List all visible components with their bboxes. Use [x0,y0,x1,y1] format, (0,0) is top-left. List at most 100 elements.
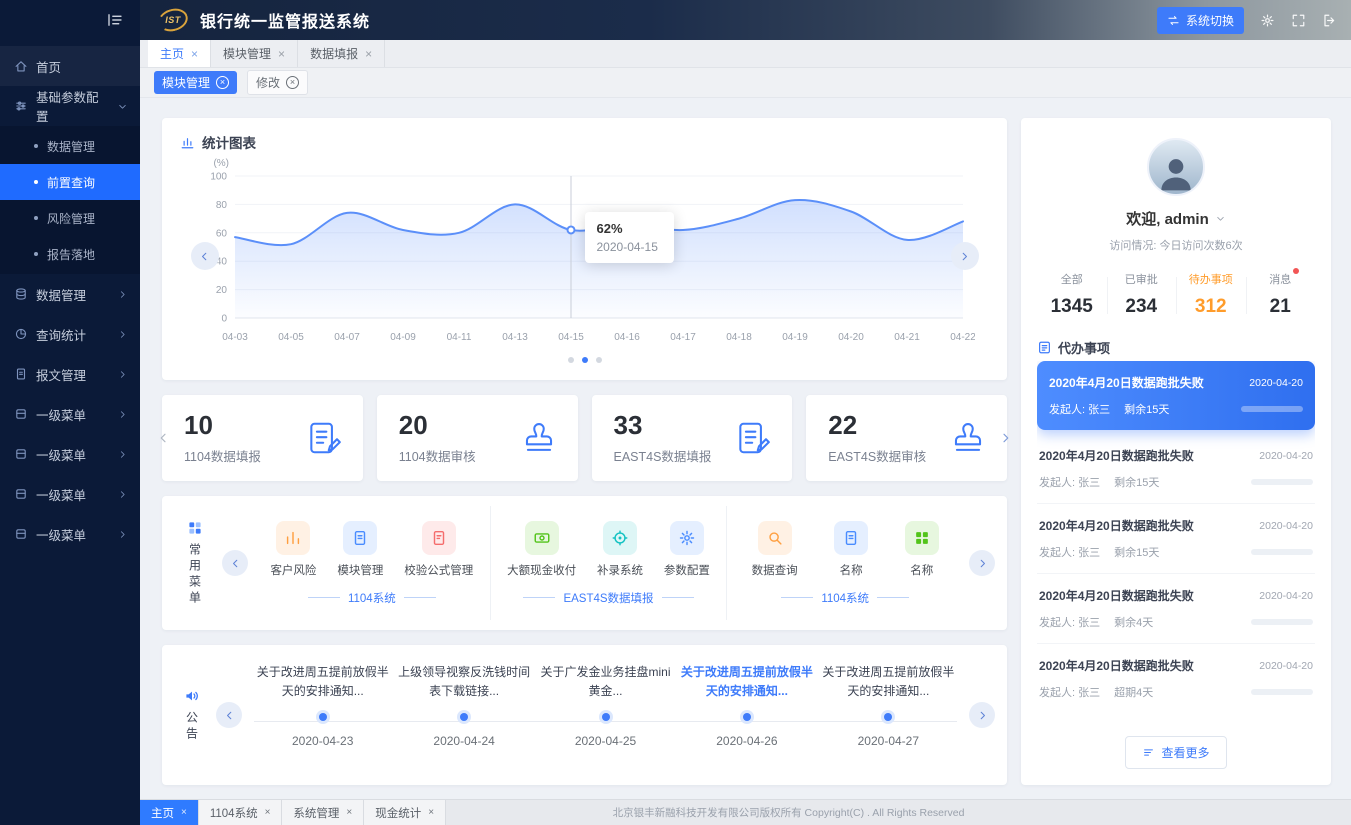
chart-next-button[interactable] [951,242,979,270]
announcements-timeline: 关于改进周五提前放假半天的安排通知... 2020-04-23 上级领导视察反洗… [248,657,963,773]
sidebar-item-query-stats[interactable]: 查询统计 [0,314,140,354]
announcement-item[interactable]: 关于改进周五提前放假半天的安排通知... 2020-04-23 [252,663,393,773]
user-stat-all[interactable]: 全部 1345 [1037,269,1107,324]
sidebar-item-menu-4[interactable]: 一级菜单 [0,514,140,554]
bottom-tab-cash-stats[interactable]: 现金统计× [364,800,446,825]
sidebar-item-home[interactable]: 首页 [0,46,140,86]
tab-close-icon[interactable]: × [278,48,285,60]
announcement-item[interactable]: 关于改进周五提前放假半天的安排通知... 2020-04-26 [676,663,817,773]
svg-text:04-09: 04-09 [390,332,416,343]
tab-close-icon[interactable]: × [265,808,271,818]
sidebar-item-label: 查询统计 [36,325,86,344]
todo-sender: 发起人: 张三 [1049,401,1110,417]
quick-menu-prev-button[interactable] [222,550,248,576]
todo-item[interactable]: 2020年4月20日数据跑批失败2020-04-20 发起人: 张三剩余4天 [1037,574,1315,644]
tab-close-icon[interactable]: × [346,808,352,818]
user-stat-messages[interactable]: 消息 21 [1246,269,1316,324]
chart-page-dot[interactable] [596,357,602,363]
quick-menu-next-button[interactable] [969,550,995,576]
logout-button[interactable] [1322,13,1337,28]
quick-item-module-mgmt[interactable]: 模块管理 [337,521,383,578]
welcome-row[interactable]: 欢迎, admin [1037,208,1315,229]
quick-item-name-2[interactable]: 名称 [905,521,939,578]
quick-item-param-config[interactable]: 参数配置 [664,521,710,578]
avatar[interactable] [1147,138,1205,196]
quick-item-customer-risk[interactable]: 客户风险 [270,521,316,578]
stat-value: 10 [184,412,261,438]
stat-card-1104-review[interactable]: 201104数据审核 [377,395,578,481]
sidebar-item-base-config[interactable]: 基础参数配置 [0,86,140,126]
stat-card-east4s-review[interactable]: 22EAST4S数据审核 [806,395,1007,481]
system-switch-button[interactable]: 系统切换 [1157,7,1244,34]
tab-close-icon[interactable]: × [191,48,198,60]
announcement-item[interactable]: 关于广发金业务挂盘mini黄金... 2020-04-25 [535,663,676,773]
sidebar-subitem-data-mgmt[interactable]: 数据管理 [0,128,140,164]
page-tab-bar: 主页× 模块管理× 数据填报× [140,40,1351,68]
welcome-text: 欢迎, admin [1126,208,1209,229]
chart-prev-button[interactable] [191,242,219,270]
square-icon [14,447,28,461]
stat-card-east4s-entry[interactable]: 33EAST4S数据填报 [592,395,793,481]
chip-close-icon[interactable]: × [286,76,299,89]
view-more-button[interactable]: 查看更多 [1125,736,1226,769]
chart-page-dot[interactable] [582,357,588,363]
bar-chart-icon [180,135,195,150]
fullscreen-button[interactable] [1291,13,1306,28]
chevron-left-icon [198,250,211,263]
todo-item[interactable]: 2020年4月20日数据跑批失败2020-04-20 发起人: 张三超期4天 [1037,644,1315,713]
sidebar-subitem-risk-mgmt[interactable]: 风险管理 [0,200,140,236]
sidebar-subitem-front-query[interactable]: 前置查询 [0,164,140,200]
bottom-tab-home[interactable]: 主页× [140,800,199,825]
sidebar-item-data-mgmt[interactable]: 数据管理 [0,274,140,314]
todo-title: 2020年4月20日数据跑批失败 [1049,374,1204,391]
stat-card-1104-entry[interactable]: 101104数据填报 [162,395,363,481]
sidebar-item-message-mgmt[interactable]: 报文管理 [0,354,140,394]
sidebar-item-menu-1[interactable]: 一级菜单 [0,394,140,434]
user-stat-value: 21 [1246,296,1316,318]
user-stats-row: 全部 1345 已审批 234 待办事项 312 消息 [1037,269,1315,324]
sidebar-item-menu-3[interactable]: 一级菜单 [0,474,140,514]
settings-button[interactable] [1260,13,1275,28]
user-stat-pending[interactable]: 待办事项 312 [1176,269,1246,324]
sidebar-collapse-button[interactable] [0,0,140,40]
tab-module-mgmt[interactable]: 模块管理× [211,40,298,67]
todo-item[interactable]: 2020年4月20日数据跑批失败2020-04-20 发起人: 张三剩余15天 [1037,504,1315,574]
user-stat-approved[interactable]: 已审批 234 [1107,269,1177,324]
todo-date: 2020-04-20 [1259,590,1313,602]
tab-home[interactable]: 主页× [148,40,211,67]
announcements-prev-button[interactable] [216,702,242,728]
chip-close-icon[interactable]: × [216,76,229,89]
svg-text:04-18: 04-18 [726,332,752,343]
chip-module-mgmt[interactable]: 模块管理× [154,71,237,94]
sidebar-item-menu-2[interactable]: 一级菜单 [0,434,140,474]
tab-close-icon[interactable]: × [181,808,187,818]
tab-data-entry[interactable]: 数据填报× [298,40,385,67]
quick-item-supplement-system[interactable]: 补录系统 [597,521,643,578]
timeline-line [254,721,957,722]
announcement-item[interactable]: 关于改进周五提前放假半天的安排通知... 2020-04-27 [818,663,959,773]
quick-item-formula-mgmt[interactable]: 校验公式管理 [404,521,473,578]
chevron-down-icon [1215,213,1226,224]
quick-item-name-1[interactable]: 名称 [834,521,868,578]
quick-item-data-query[interactable]: 数据查询 [752,521,798,578]
square-icon [14,527,28,541]
stat-value: 20 [399,412,476,438]
topbar: IST 银行统一监管报送系统 系统切换 [140,0,1351,40]
bottom-tab-1104[interactable]: 1104系统× [199,800,283,825]
sidebar-subitem-report-landing[interactable]: 报告落地 [0,236,140,272]
chart-card-header: 统计图表 [178,130,991,156]
announcement-item[interactable]: 上级领导视察反洗钱时间表下载链接... 2020-04-24 [393,663,534,773]
stats-next-button[interactable] [998,431,1013,446]
stats-prev-button[interactable] [156,431,171,446]
todo-item[interactable]: 2020年4月20日数据跑批失败2020-04-20 发起人: 张三剩余15天 [1037,434,1315,504]
quick-item-large-cash[interactable]: 大额现金收付 [507,521,576,578]
quick-item-label: 数据查询 [752,562,798,578]
tab-close-icon[interactable]: × [365,48,372,60]
svg-text:04-13: 04-13 [502,332,528,343]
bottom-tab-system-mgmt[interactable]: 系统管理× [282,800,364,825]
tab-close-icon[interactable]: × [428,808,434,818]
announcements-next-button[interactable] [969,702,995,728]
chart-page-dot[interactable] [568,357,574,363]
chip-edit[interactable]: 修改× [247,70,308,95]
todo-item[interactable]: 2020年4月20日数据跑批失败2020-04-20 发起人: 张三剩余15天 [1037,361,1315,430]
